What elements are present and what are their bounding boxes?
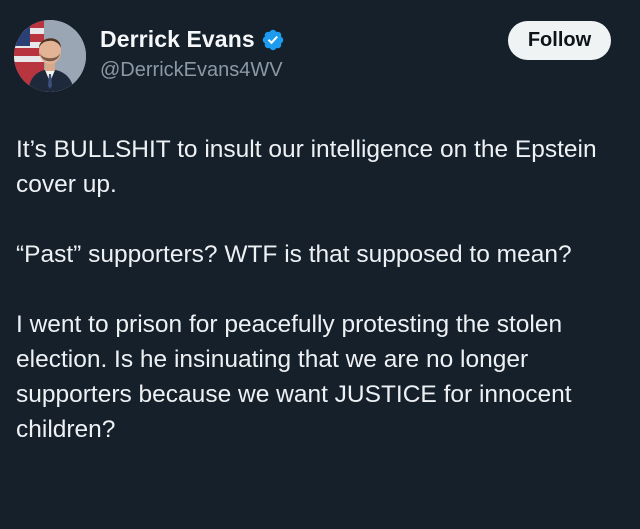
tweet-card: Derrick Evans @DerrickEvans4WV Follow It… <box>0 0 640 529</box>
avatar[interactable] <box>14 20 86 92</box>
follow-button[interactable]: Follow <box>508 21 611 60</box>
tweet-paragraph: It’s BULLSHIT to insult our intelligence… <box>16 136 597 198</box>
name-row: Derrick Evans <box>100 26 285 53</box>
tweet-paragraph: I went to prison for peacefully protesti… <box>16 311 572 443</box>
display-name[interactable]: Derrick Evans <box>100 26 255 53</box>
author-info: Derrick Evans @DerrickEvans4WV <box>100 26 285 82</box>
tweet-paragraph: “Past” supporters? WTF is that supposed … <box>16 241 572 268</box>
avatar-photo <box>14 20 86 92</box>
handle[interactable]: @DerrickEvans4WV <box>100 59 285 82</box>
verified-badge-icon <box>261 28 285 52</box>
tweet-text: It’s BULLSHIT to insult our intelligence… <box>16 132 626 447</box>
